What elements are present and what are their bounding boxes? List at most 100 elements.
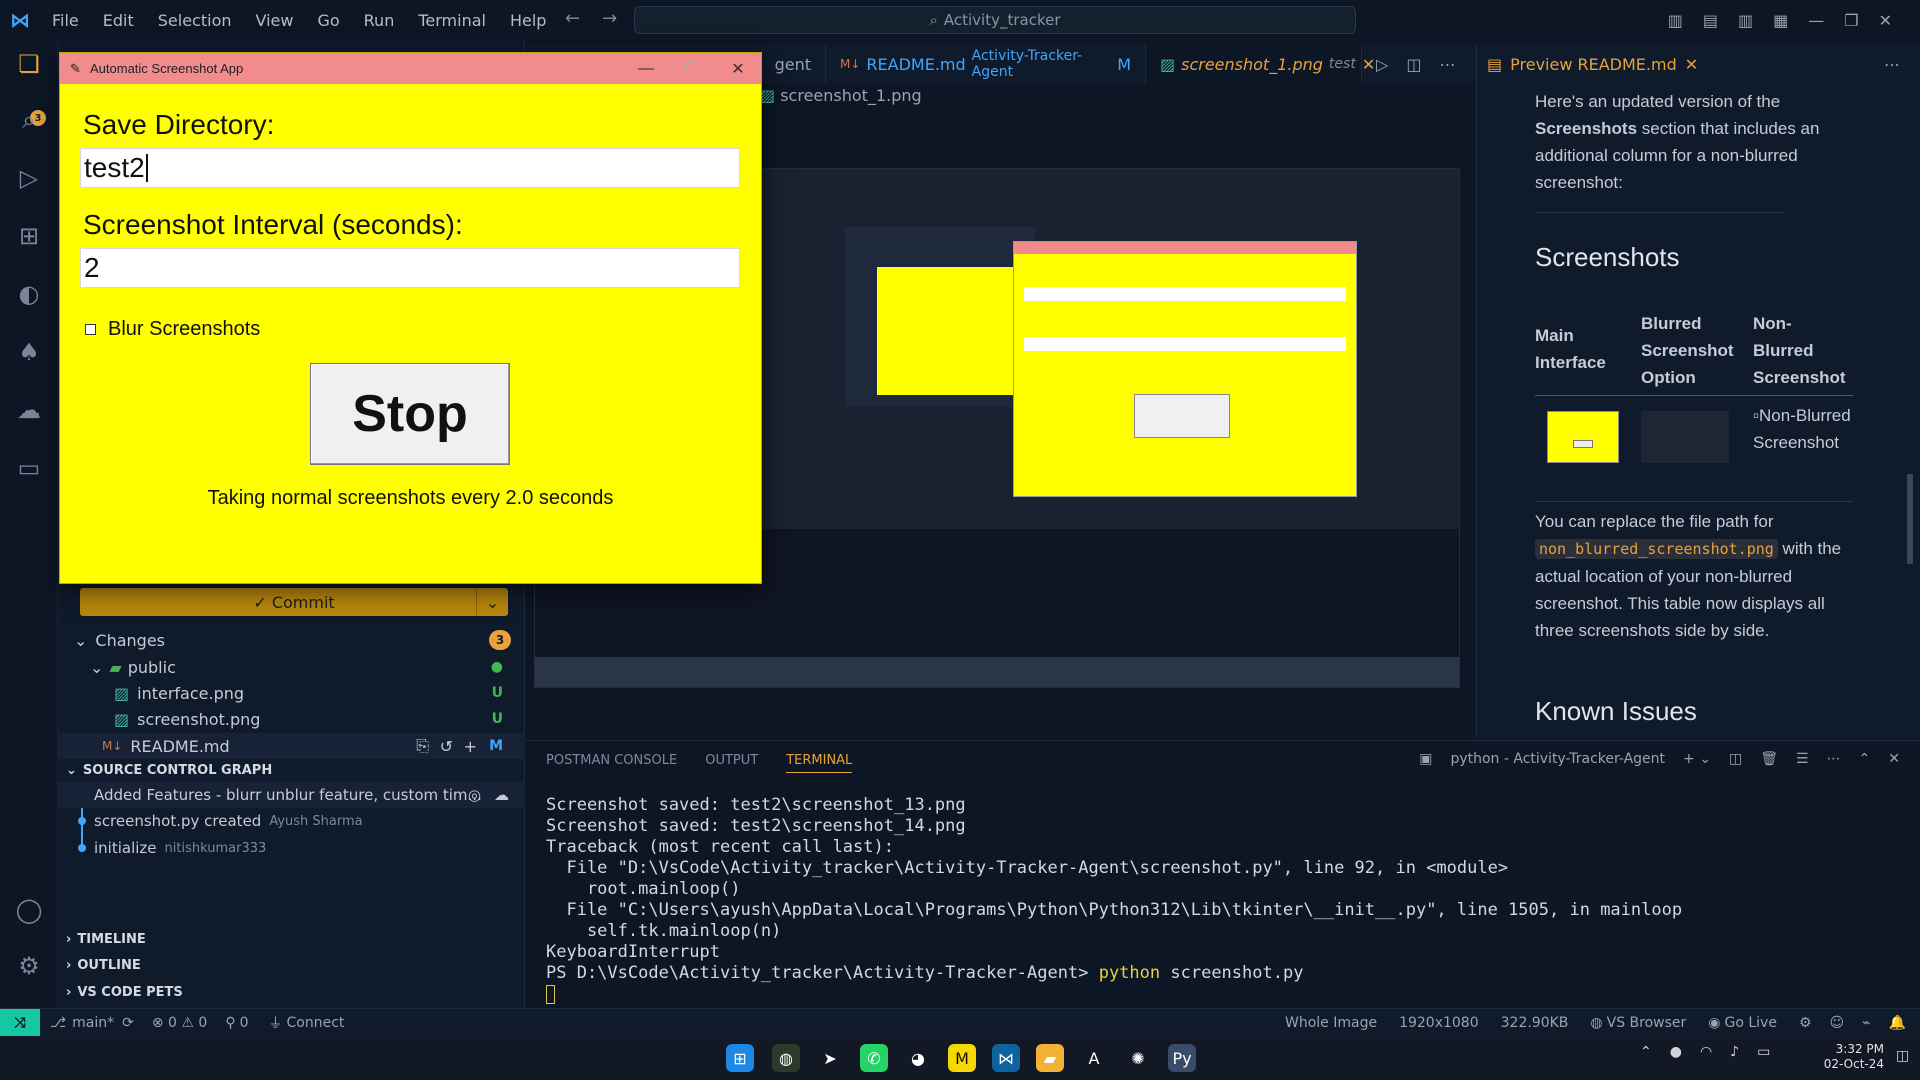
close-window-icon[interactable]: ✕: [1879, 11, 1892, 30]
chevron-up-icon[interactable]: ⌃: [1640, 1044, 1652, 1060]
preview-tab[interactable]: ▤ Preview README.md ✕ ⋯: [1476, 44, 1920, 84]
menu-terminal[interactable]: Terminal: [406, 11, 498, 30]
outline-header[interactable]: › OUTLINE: [58, 952, 525, 978]
new-terminal-icon[interactable]: + ⌄: [1683, 751, 1711, 767]
menu-go[interactable]: Go: [305, 11, 351, 30]
menu-selection[interactable]: Selection: [146, 11, 244, 30]
vscode-pets-header[interactable]: › VS CODE PETS: [58, 979, 525, 1005]
remote-icon[interactable]: ⤨: [0, 1008, 40, 1037]
chatgpt-icon[interactable]: ✺: [1124, 1044, 1152, 1072]
changes-group[interactable]: ⌄ Changes 3: [58, 627, 525, 653]
menu-edit[interactable]: Edit: [91, 11, 146, 30]
discord-icon[interactable]: ◕: [904, 1044, 932, 1072]
forward-arrow-icon[interactable]: →: [602, 8, 617, 29]
notifications-icon[interactable]: 🔔: [1889, 1015, 1906, 1031]
close-tab-icon[interactable]: ✕: [1685, 55, 1698, 74]
connect-label[interactable]: Connect: [287, 1015, 345, 1031]
more-actions-icon[interactable]: ⋯: [1439, 55, 1455, 74]
menu-file[interactable]: File: [40, 11, 91, 30]
more-actions-icon[interactable]: ⋯: [1827, 751, 1841, 767]
file-row[interactable]: M↓ README.md ⎘ ↺ + M: [58, 733, 525, 759]
pets-icon[interactable]: ⌁: [1862, 1015, 1870, 1031]
explorer-icon[interactable]: ❏: [13, 48, 45, 80]
maximize-icon[interactable]: ☐: [669, 53, 715, 84]
start-windows-icon[interactable]: ⊞: [726, 1044, 754, 1072]
close-icon[interactable]: ✕: [715, 53, 761, 84]
save-directory-input[interactable]: test2: [80, 148, 740, 188]
app-title-bar[interactable]: ✎ Automatic Screenshot App — ☐ ✕: [60, 53, 761, 84]
toggle-sidebar-icon[interactable]: ▥: [1668, 11, 1683, 30]
file-row[interactable]: ▨ screenshot.png U: [58, 706, 525, 732]
toggle-panel-icon[interactable]: ▤: [1703, 11, 1718, 30]
graph-commit-row[interactable]: initialize nitishkumar333: [58, 835, 525, 861]
notification-center-icon[interactable]: ◫: [1896, 1048, 1909, 1064]
open-file-icon[interactable]: ⎘: [416, 736, 429, 756]
vscode-taskbar-icon[interactable]: ⋈: [992, 1044, 1020, 1072]
blur-checkbox-row[interactable]: Blur Screenshots: [85, 318, 260, 341]
vs-browser[interactable]: VS Browser: [1607, 1015, 1687, 1031]
split-terminal-icon[interactable]: ◫: [1729, 751, 1742, 767]
menu-view[interactable]: View: [244, 11, 306, 30]
list-icon[interactable]: ☰: [1796, 751, 1809, 767]
terminal-name[interactable]: python - Activity-Tracker-Agent: [1450, 751, 1665, 767]
branch-name[interactable]: main*: [72, 1015, 114, 1031]
tab-output[interactable]: OUTPUT: [705, 753, 758, 773]
run-debug-icon[interactable]: ▷: [13, 162, 45, 194]
command-center-search[interactable]: ⌕ Activity_tracker: [634, 6, 1356, 34]
file-row[interactable]: ▨ interface.png U: [58, 680, 525, 706]
close-panel-icon[interactable]: ✕: [1888, 751, 1900, 767]
account-icon[interactable]: ◯: [13, 894, 45, 926]
target-icon[interactable]: ◎: [468, 786, 481, 804]
go-live[interactable]: Go Live: [1725, 1015, 1777, 1031]
cloud-icon[interactable]: ☁: [494, 786, 509, 804]
stop-button[interactable]: Stop: [310, 363, 510, 465]
miro-icon[interactable]: M: [948, 1044, 976, 1072]
toggle-secondary-sidebar-icon[interactable]: ▥: [1738, 11, 1753, 30]
wifi-icon[interactable]: ◠: [1700, 1044, 1712, 1060]
clock[interactable]: 3:32 PM 02-Oct-24: [1820, 1042, 1884, 1072]
mic-icon[interactable]: ●: [1670, 1044, 1682, 1060]
mongodb-icon[interactable]: ♠: [13, 336, 45, 368]
restore-icon[interactable]: ❐: [1844, 11, 1858, 30]
tab-postman-console[interactable]: POSTMAN CONSOLE: [546, 753, 677, 773]
tab-readme[interactable]: M↓ README.md Activity-Tracker-Agent M: [826, 44, 1146, 84]
terminal-output[interactable]: Screenshot saved: test2\screenshot_13.pn…: [546, 795, 1682, 1005]
customize-layout-icon[interactable]: ▦: [1773, 11, 1788, 30]
graph-commit-row[interactable]: screenshot.py created Ayush Sharma: [58, 808, 525, 834]
graph-commit-row[interactable]: Added Features - blurr unblur feature, c…: [58, 782, 525, 808]
problems-count[interactable]: ⊗ 0 ⚠ 0: [152, 1015, 207, 1031]
python-icon[interactable]: Py: [1168, 1044, 1196, 1072]
interval-input[interactable]: 2: [80, 248, 740, 288]
settings-gear-icon[interactable]: ⚙: [13, 950, 45, 982]
copilot-icon[interactable]: ☺: [1830, 1015, 1845, 1031]
ports-count[interactable]: 0: [240, 1015, 249, 1031]
back-arrow-icon[interactable]: ←: [565, 8, 580, 29]
chevron-down-icon[interactable]: ⌄: [476, 588, 508, 616]
timeline-header[interactable]: › TIMELINE: [58, 926, 525, 952]
whole-image[interactable]: Whole Image: [1285, 1015, 1377, 1031]
remote-icon[interactable]: ◐: [13, 278, 45, 310]
text-app-icon[interactable]: A: [1080, 1044, 1108, 1072]
chrome-icon[interactable]: ◍: [772, 1044, 800, 1072]
file-explorer-icon[interactable]: ▰: [1036, 1044, 1064, 1072]
volume-icon[interactable]: ♪: [1730, 1044, 1739, 1060]
settings-sync-icon[interactable]: ⚙: [1799, 1015, 1812, 1031]
blur-checkbox[interactable]: [85, 324, 96, 335]
sync-icon[interactable]: ⟳: [122, 1015, 134, 1031]
docker-icon[interactable]: ☁: [13, 394, 45, 426]
search-icon[interactable]: ⌕: [13, 104, 45, 136]
more-actions-icon[interactable]: ⋯: [1884, 55, 1900, 74]
source-control-graph-header[interactable]: ⌄ SOURCE CONTROL GRAPH: [58, 757, 525, 783]
breadcrumb[interactable]: ▨ screenshot_1.png: [760, 86, 922, 105]
menu-help[interactable]: Help: [498, 11, 558, 30]
menu-run[interactable]: Run: [352, 11, 407, 30]
trash-icon[interactable]: 🗑: [1760, 751, 1778, 767]
tab-screenshot-1[interactable]: ▨ screenshot_1.png test ✕: [1146, 44, 1375, 84]
discard-icon[interactable]: ↺: [440, 737, 453, 756]
battery-icon[interactable]: ▭: [1757, 1044, 1770, 1060]
tab-terminal[interactable]: TERMINAL: [786, 753, 853, 773]
maximize-panel-icon[interactable]: ⌃: [1859, 751, 1871, 767]
run-icon[interactable]: ▷: [1376, 55, 1388, 74]
scrollbar[interactable]: [1907, 474, 1913, 564]
folder-public[interactable]: ⌄ ▰ public ●: [58, 654, 525, 680]
